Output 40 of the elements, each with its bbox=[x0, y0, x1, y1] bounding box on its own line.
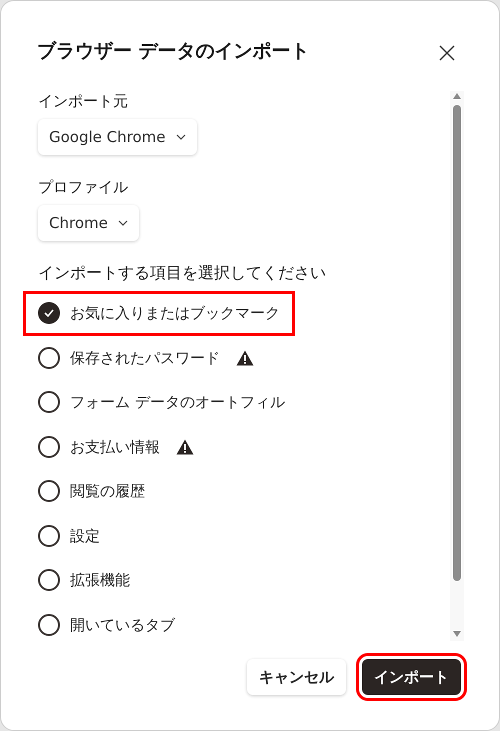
chevron-down-icon bbox=[118, 220, 128, 226]
import-button[interactable]: インポート bbox=[362, 659, 461, 695]
scroll-up-icon[interactable] bbox=[453, 93, 461, 99]
checkbox-label: フォーム データのオートフィル bbox=[70, 392, 285, 413]
checkbox[interactable] bbox=[38, 346, 60, 369]
dropdown[interactable]: Chrome bbox=[38, 205, 139, 241]
checkbox-row[interactable]: 閲覧の履歴 bbox=[23, 469, 160, 514]
checkbox-row[interactable]: 設定 bbox=[23, 514, 115, 558]
checkbox[interactable] bbox=[38, 614, 60, 636]
checkbox-label: お支払い情報 bbox=[70, 436, 160, 458]
checkbox-label: 閲覧の履歴 bbox=[70, 481, 145, 502]
checkbox[interactable] bbox=[38, 391, 60, 414]
dialog-title: ブラウザー データのインポート bbox=[37, 39, 310, 64]
dropdown[interactable]: Google Chrome bbox=[38, 119, 196, 155]
checkbox-label: 保存されたパスワード bbox=[70, 348, 220, 368]
checkbox-label: 開いているタブ bbox=[70, 614, 175, 636]
checkbox-label: 設定 bbox=[70, 526, 100, 546]
field-label: プロファイル bbox=[38, 177, 129, 197]
checkbox-row[interactable]: 拡張機能 bbox=[23, 558, 145, 602]
checkbox-row[interactable]: お気に入りまたはブックマーク bbox=[23, 291, 295, 336]
checkbox[interactable] bbox=[38, 524, 60, 547]
check-icon bbox=[44, 309, 54, 318]
scrollbar-thumb[interactable] bbox=[453, 105, 461, 581]
scroll-down-icon[interactable] bbox=[453, 631, 461, 637]
checkbox[interactable] bbox=[38, 569, 60, 592]
close-icon[interactable] bbox=[439, 45, 455, 61]
field-label: インポート元 bbox=[38, 91, 129, 111]
checkbox[interactable] bbox=[38, 302, 60, 324]
section-heading: インポートする項目を選択してください bbox=[38, 262, 327, 284]
checkbox[interactable] bbox=[38, 480, 60, 502]
cancel-button[interactable]: キャンセル bbox=[247, 659, 346, 695]
scrollbar[interactable] bbox=[450, 91, 464, 641]
checkbox-row[interactable]: 開いているタブ bbox=[23, 602, 190, 647]
checkbox-row[interactable]: フォーム データのオートフィル bbox=[23, 380, 300, 424]
checkbox-row[interactable]: 保存されたパスワード bbox=[23, 336, 269, 380]
checkbox[interactable] bbox=[38, 436, 60, 458]
checkbox-label: お気に入りまたはブックマーク bbox=[70, 303, 280, 324]
checkbox-label: 拡張機能 bbox=[70, 570, 130, 591]
chevron-down-icon bbox=[176, 134, 186, 140]
checkbox-row[interactable]: お支払い情報 bbox=[23, 424, 209, 469]
